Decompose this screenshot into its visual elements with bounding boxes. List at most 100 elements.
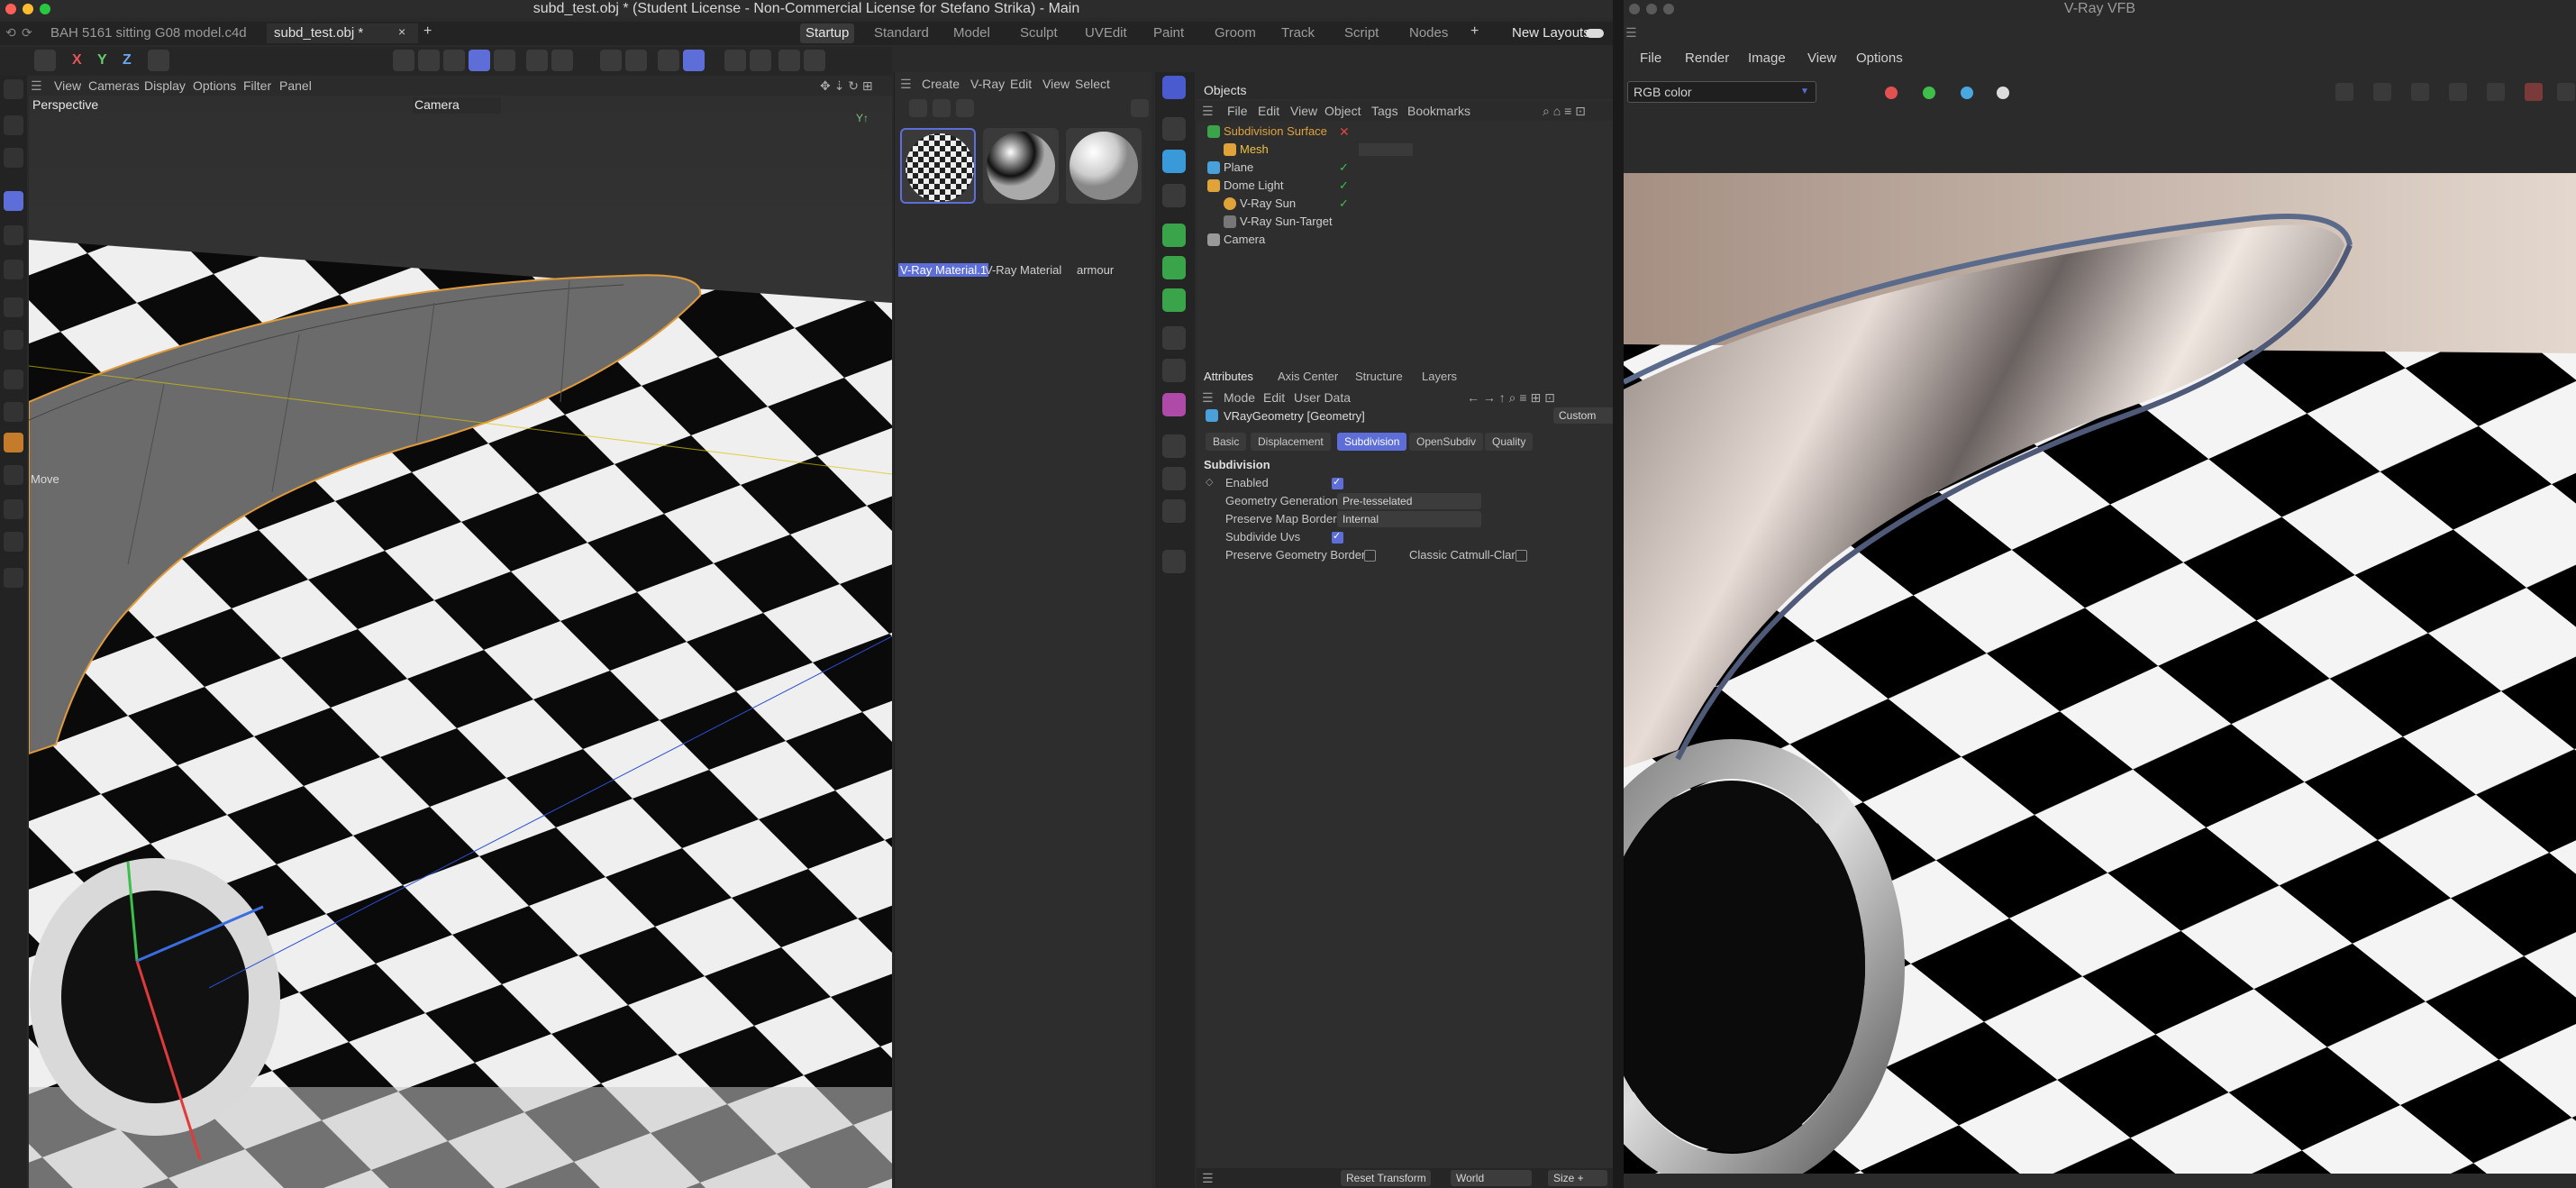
points-mode-icon[interactable]	[393, 50, 414, 71]
file-tab-subd[interactable]: subd_test.obj *	[267, 23, 418, 43]
vfb-menu-view[interactable]: View	[1807, 50, 1836, 66]
display-filter-icon[interactable]	[804, 50, 825, 71]
object-row-subdivision-surface[interactable]: Subdivision Surface ✕	[1197, 123, 1613, 141]
blue-channel-button[interactable]	[1961, 87, 1973, 99]
menu-cameras[interactable]: Cameras	[88, 78, 140, 94]
viewport-camera-select[interactable]: Camera	[413, 97, 501, 114]
axis-z-button[interactable]: Z	[123, 52, 132, 69]
transform-tool-icon[interactable]	[4, 297, 23, 317]
axis-y-button[interactable]: Y	[97, 52, 107, 69]
layout-tab-nodes[interactable]: Nodes	[1409, 23, 1448, 43]
workplane-icon[interactable]	[551, 50, 573, 71]
menu-view[interactable]: View	[54, 78, 81, 94]
subtab-quality[interactable]: Quality	[1485, 433, 1534, 451]
status-hamburger-icon[interactable]: ☰	[1202, 1170, 1214, 1186]
layout-tab-script[interactable]: Script	[1344, 23, 1379, 43]
visible-check-icon[interactable]: ✓	[1339, 195, 1349, 213]
vfb-menu-options[interactable]: Options	[1856, 50, 1903, 66]
om-menu-edit[interactable]: Edit	[1258, 103, 1279, 119]
generator-icon[interactable]	[1162, 150, 1186, 173]
axis-x-button[interactable]: X	[72, 52, 82, 69]
attr-menu-userdata[interactable]: User Data	[1294, 389, 1351, 406]
vfb-menu-image[interactable]: Image	[1748, 50, 1786, 66]
om-search-icon[interactable]: ⌕ ⌂ ≡ ⊡	[1543, 103, 1586, 119]
om-menu-tags[interactable]: Tags	[1371, 103, 1398, 119]
world-space-dropdown[interactable]: World	[1451, 1170, 1532, 1186]
soft-selection-icon[interactable]	[600, 50, 622, 71]
disabled-x-icon[interactable]: ✕	[1339, 123, 1350, 141]
minimize-window-button[interactable]	[23, 4, 33, 14]
back-icon[interactable]: ⟲	[5, 25, 16, 41]
red-channel-button[interactable]	[1885, 87, 1898, 99]
material-vray[interactable]: V-Ray Material	[981, 128, 1061, 277]
region-render-icon[interactable]	[2411, 83, 2429, 101]
object-row-vray-sun[interactable]: V-Ray Sun ✓	[1197, 195, 1613, 213]
subtab-displacement[interactable]: Displacement	[1251, 433, 1331, 451]
polygons-mode-icon[interactable]	[443, 50, 465, 71]
layout-tab-groom[interactable]: Groom	[1215, 23, 1256, 43]
coord-system-icon[interactable]	[148, 50, 169, 71]
hamburger-icon[interactable]: ☰	[31, 78, 42, 94]
undo-icon[interactable]	[34, 50, 56, 71]
object-row-camera[interactable]: Camera	[1197, 231, 1613, 249]
object-row-mesh[interactable]: Mesh	[1197, 141, 1613, 159]
move-tool-icon[interactable]	[4, 191, 23, 211]
save-image-icon[interactable]	[2335, 83, 2353, 101]
subtab-basic[interactable]: Basic	[1206, 433, 1247, 451]
attr-menu-mode[interactable]: Mode	[1224, 389, 1255, 406]
tab-attributes[interactable]: Attributes	[1204, 370, 1253, 383]
grid-icon[interactable]	[658, 50, 679, 71]
tag-icon[interactable]	[1162, 550, 1186, 573]
vfb-panel-toggle-icon[interactable]: ☰	[1625, 25, 1637, 41]
forward-icon[interactable]: ⟳	[22, 25, 32, 41]
spline-object-icon[interactable]	[1162, 117, 1186, 141]
add-layout-icon[interactable]: +	[1470, 23, 1479, 40]
window-divider[interactable]	[1613, 0, 1624, 1188]
mat-menu-select[interactable]: Select	[1075, 76, 1110, 92]
measure-tool-icon[interactable]	[4, 532, 23, 552]
placement-tool-icon[interactable]	[4, 330, 23, 350]
om-menu-file[interactable]: File	[1227, 103, 1248, 119]
perspective-viewport[interactable]: Perspective Camera Y↑ Move	[29, 96, 892, 1188]
object-row-plane[interactable]: Plane ✓	[1197, 159, 1613, 177]
quantize-icon[interactable]	[683, 50, 705, 71]
clear-image-icon[interactable]	[2557, 83, 2575, 101]
alpha-channel-button[interactable]	[1997, 87, 2009, 99]
menu-display[interactable]: Display	[144, 78, 186, 94]
rendered-image[interactable]	[1624, 173, 2576, 1174]
layout-tab-track[interactable]: Track	[1281, 23, 1315, 43]
mesh-tags-icon[interactable]	[1359, 143, 1413, 156]
vfb-menu-render[interactable]: Render	[1685, 50, 1729, 66]
add-tab-icon[interactable]: +	[423, 23, 432, 40]
edges-mode-icon[interactable]	[418, 50, 440, 71]
paint-brush-icon[interactable]	[4, 433, 23, 452]
tab-axis-center[interactable]: Axis Center	[1278, 370, 1338, 383]
brush-icon[interactable]	[4, 465, 23, 485]
preserve-geometry-borders-checkbox[interactable]	[1364, 550, 1376, 562]
menu-filter[interactable]: Filter	[243, 78, 271, 94]
green-channel-button[interactable]	[1923, 87, 1935, 99]
layout-tab-sculpt[interactable]: Sculpt	[1020, 23, 1058, 43]
viewport-nav-icons[interactable]: ✥ ⇣ ↻ ⊞	[820, 78, 873, 94]
mat-menu-edit[interactable]: Edit	[1010, 76, 1032, 92]
layout-tab-paint[interactable]: Paint	[1153, 23, 1184, 43]
magnet-tool-icon[interactable]	[4, 568, 23, 588]
visible-check-icon[interactable]: ✓	[1339, 177, 1349, 195]
track-mouse-icon[interactable]	[2449, 83, 2467, 101]
mat-hamburger-icon[interactable]: ☰	[900, 76, 912, 92]
material-vray-1[interactable]: V-Ray Material.1	[898, 128, 989, 277]
scale-tool-icon[interactable]	[4, 260, 23, 279]
om-menu-object[interactable]: Object	[1324, 103, 1361, 119]
lock-icon[interactable]	[724, 50, 746, 71]
solo-icon[interactable]	[778, 50, 800, 71]
reset-transform-button[interactable]: Reset Transform	[1341, 1170, 1431, 1186]
tab-structure[interactable]: Structure	[1355, 370, 1403, 383]
visible-check-icon[interactable]: ✓	[1339, 159, 1349, 177]
tab-layers[interactable]: Layers	[1422, 370, 1457, 383]
cloner-icon[interactable]	[1162, 256, 1186, 279]
vfb-close-button[interactable]	[1629, 4, 1640, 14]
size-dropdown[interactable]: Size +	[1548, 1170, 1607, 1186]
om-menu-bookmarks[interactable]: Bookmarks	[1407, 103, 1470, 119]
add-material-icon[interactable]	[909, 99, 927, 117]
vfb-menu-file[interactable]: File	[1640, 50, 1661, 66]
